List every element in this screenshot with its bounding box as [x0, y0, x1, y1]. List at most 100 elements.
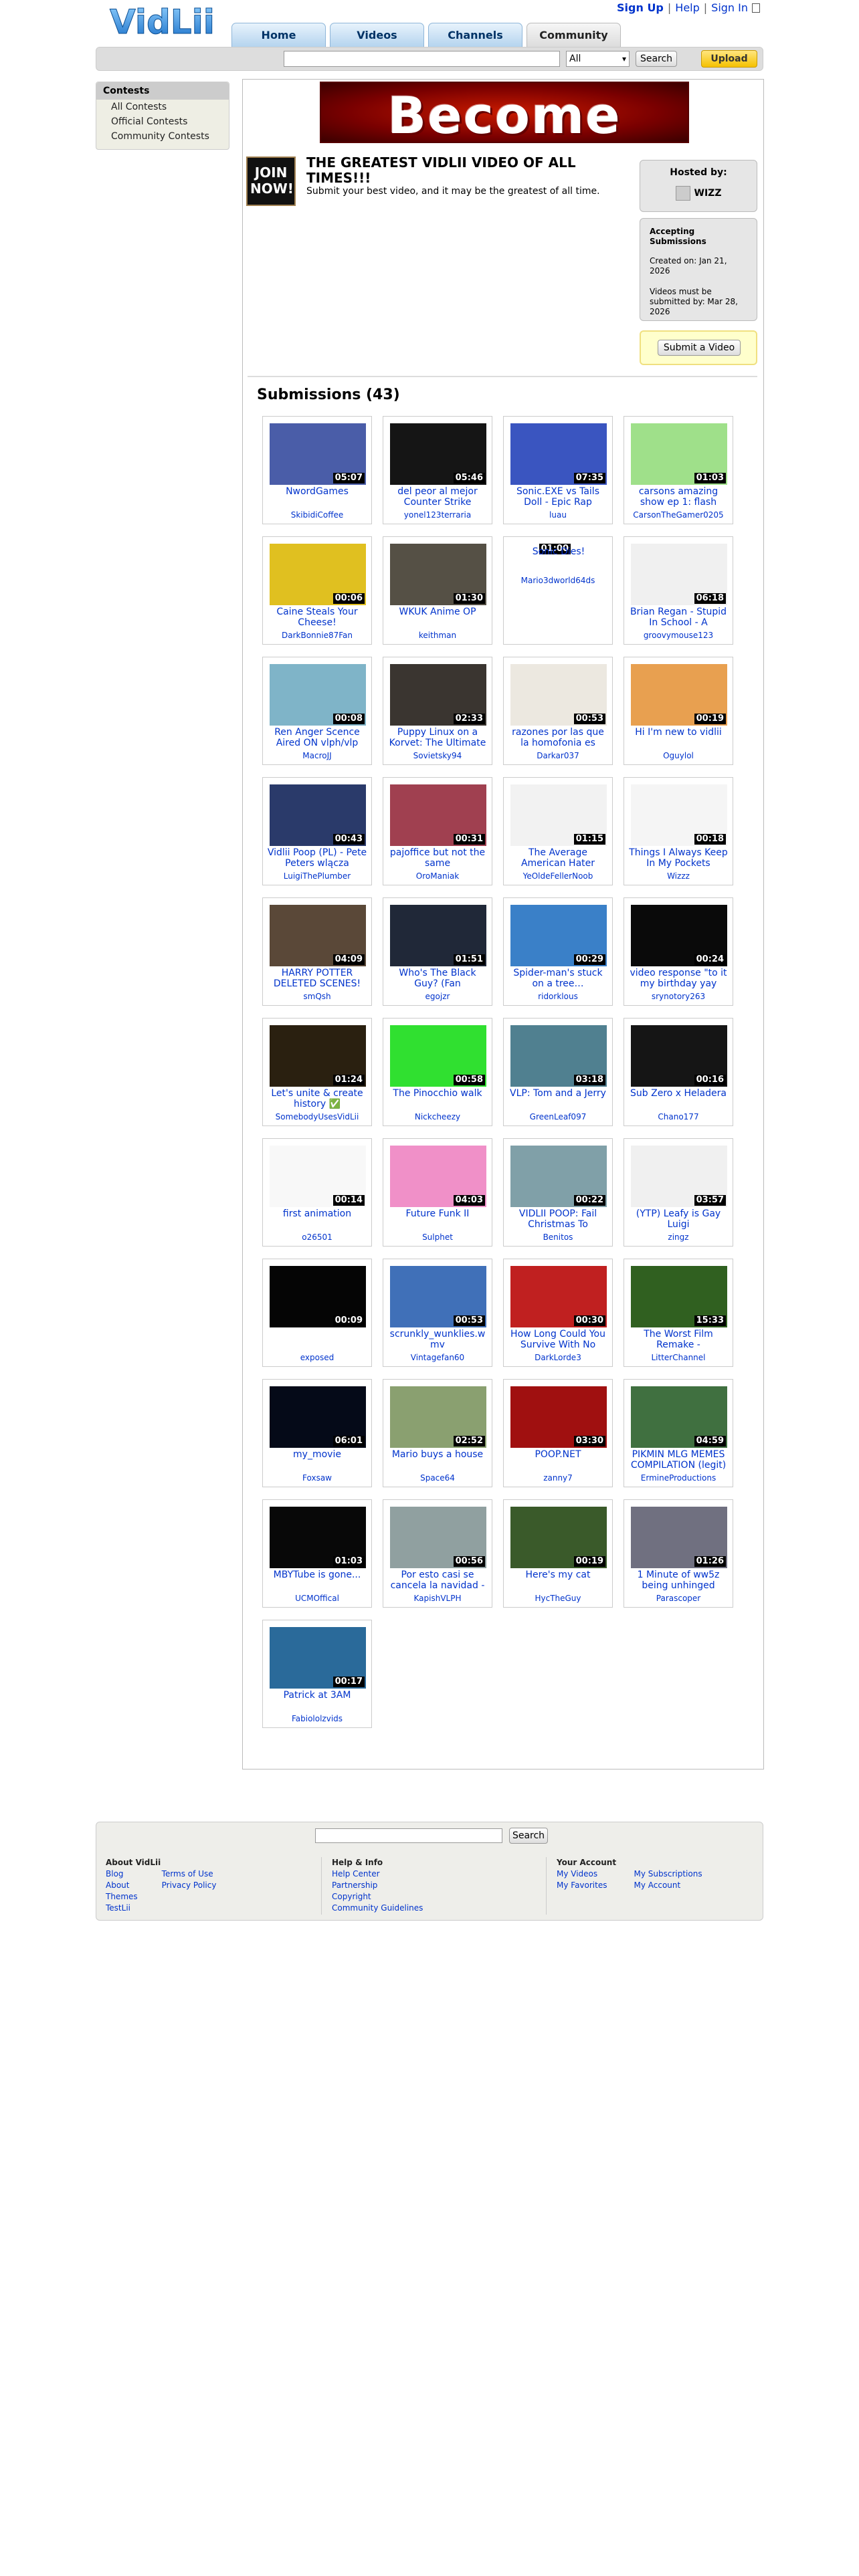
video-thumbnail[interactable]: 00:29 — [510, 905, 607, 966]
video-card[interactable]: 04:09 HARRY POTTER DELETED SCENES! smQsh — [262, 897, 372, 1006]
footer-link-blog[interactable]: Blog — [106, 1868, 138, 1880]
video-title[interactable]: video response "to it my birthday yay — [627, 968, 730, 989]
video-author[interactable]: yonel123terraria — [386, 510, 489, 520]
video-author[interactable]: Benitos — [506, 1232, 609, 1242]
video-title[interactable]: The Worst Film Remake - — [627, 1329, 730, 1350]
video-thumbnail[interactable]: 00:09 — [270, 1266, 366, 1327]
footer-link-partnership[interactable]: Partnership — [332, 1880, 423, 1891]
video-title[interactable]: HARRY POTTER DELETED SCENES! — [266, 968, 369, 989]
video-author[interactable]: Space64 — [386, 1473, 489, 1483]
footer-link-themes[interactable]: Themes — [106, 1891, 138, 1903]
video-title[interactable]: VLP: Tom and a Jerry — [506, 1088, 609, 1099]
vidlii-logo[interactable]: VidLii — [107, 0, 215, 42]
video-card[interactable]: 02:33 Puppy Linux on a Korvet: The Ultima… — [383, 657, 492, 765]
video-author[interactable]: Oguylol — [627, 751, 730, 760]
video-title[interactable]: POOP.NET — [506, 1449, 609, 1460]
video-thumbnail[interactable]: 01:24 — [270, 1025, 366, 1087]
sidebar-item-all-contests[interactable]: All Contests — [96, 100, 229, 114]
video-author[interactable]: smQsh — [266, 992, 369, 1001]
video-card[interactable]: 02:52 Mario buys a house Space64 — [383, 1379, 492, 1487]
footer-link-guidelines[interactable]: Community Guidelines — [332, 1903, 423, 1914]
video-title[interactable]: 1 Minute of ww5z being unhinged — [627, 1570, 730, 1591]
video-author[interactable]: exposed — [266, 1353, 369, 1362]
footer-link-my-favorites[interactable]: My Favorites — [557, 1880, 607, 1891]
video-thumbnail[interactable]: 04:03 — [390, 1146, 486, 1207]
video-author[interactable]: UCMOffical — [266, 1594, 369, 1603]
video-title[interactable]: razones por las que la homofonia es — [506, 727, 609, 748]
video-title[interactable]: The Average American Hater — [506, 847, 609, 869]
footer-link-copyright[interactable]: Copyright — [332, 1891, 423, 1903]
video-author[interactable]: DarkLorde3 — [506, 1353, 609, 1362]
video-thumbnail[interactable]: 01:26 — [631, 1507, 727, 1568]
video-author[interactable]: SomebodyUsesVidLii — [266, 1112, 369, 1121]
video-title[interactable]: Puppy Linux on a Korvet: The Ultimate — [386, 727, 489, 748]
video-card[interactable]: 01:15 The Average American Hater YeOldeFel… — [503, 777, 613, 885]
video-thumbnail[interactable]: 01:00 Sonic Dies! — [510, 544, 607, 605]
language-icon[interactable] — [752, 3, 760, 13]
video-author[interactable]: Parascoper — [627, 1594, 730, 1603]
video-card[interactable]: 00:08 Ren Anger Scence Aired ON vlph/vlp M… — [262, 657, 372, 765]
video-title[interactable]: MBYTube is gone... — [266, 1570, 369, 1580]
video-title[interactable]: Vidlii Poop (PL) - Pete Peters wlącza — [266, 847, 369, 869]
search-input[interactable] — [284, 51, 560, 67]
video-author[interactable]: Darkar037 — [506, 751, 609, 760]
video-card[interactable]: 00:19 Hi I'm new to vidlii Oguylol — [624, 657, 733, 765]
video-thumbnail[interactable]: 01:03 — [270, 1507, 366, 1568]
video-thumbnail[interactable]: 00:24 — [631, 905, 727, 966]
video-thumbnail[interactable]: 00:17 — [270, 1627, 366, 1689]
video-thumbnail[interactable]: 00:08 — [270, 664, 366, 726]
video-thumbnail[interactable]: 00:30 — [510, 1266, 607, 1327]
video-card[interactable]: 03:30 POOP.NET zanny7 — [503, 1379, 613, 1487]
video-thumbnail[interactable]: 02:33 — [390, 664, 486, 726]
video-thumbnail[interactable]: 05:07 — [270, 423, 366, 485]
video-thumbnail[interactable]: 03:18 — [510, 1025, 607, 1087]
video-title[interactable]: Sonic.EXE vs Tails Doll - Epic Rap — [506, 486, 609, 508]
video-title[interactable]: Here's my cat — [506, 1570, 609, 1580]
video-title[interactable]: Brian Regan - Stupid In School - A — [627, 607, 730, 628]
video-author[interactable]: Fabiololzvids — [266, 1714, 369, 1723]
video-card[interactable]: 01:30 WKUK Anime OP keithman — [383, 536, 492, 645]
video-card[interactable]: 01:00Sonic Dies!Sonic Dies! Mario3dworld6… — [503, 536, 613, 645]
video-title[interactable]: scrunkly_wunklies.w mv — [386, 1329, 489, 1350]
video-card[interactable]: 00:22 VIDLII POOP: Fail Christmas To Benit… — [503, 1138, 613, 1247]
video-card[interactable]: 01:03 carsons amazing show ep 1: flash Car… — [624, 416, 733, 524]
help-link[interactable]: Help — [675, 1, 699, 14]
video-card[interactable]: 06:01 my_movie Foxsaw — [262, 1379, 372, 1487]
video-card[interactable]: 04:03 Future Funk II Sulphet — [383, 1138, 492, 1247]
video-title[interactable]: Patrick at 3AM — [266, 1690, 369, 1701]
video-author[interactable]: Vintagefan60 — [386, 1353, 489, 1362]
video-card[interactable]: 05:07 NwordGames SkibidiCoffee — [262, 416, 372, 524]
video-card[interactable]: 00:19 Here's my cat HycTheGuy — [503, 1499, 613, 1608]
video-author[interactable]: groovymouse123 — [627, 631, 730, 640]
video-card[interactable]: 00:43 Vidlii Poop (PL) - Pete Peters wląc… — [262, 777, 372, 885]
video-card[interactable]: 05:46 del peor al mejor Counter Strike yon… — [383, 416, 492, 524]
footer-search-input[interactable] — [315, 1828, 502, 1843]
video-thumbnail[interactable]: 00:16 — [631, 1025, 727, 1087]
video-thumbnail[interactable]: 03:30 — [510, 1386, 607, 1448]
video-card[interactable]: 06:18 Brian Regan - Stupid In School - A g… — [624, 536, 733, 645]
video-thumbnail[interactable]: 06:01 — [270, 1386, 366, 1448]
tab-channels[interactable]: Channels — [428, 23, 522, 47]
video-title[interactable]: first animation — [266, 1208, 369, 1219]
video-thumbnail[interactable]: 04:09 — [270, 905, 366, 966]
video-thumbnail[interactable]: 00:22 — [510, 1146, 607, 1207]
video-card[interactable]: 00:24 video response "to it my birthday y… — [624, 897, 733, 1006]
video-author[interactable]: ridorklous — [506, 992, 609, 1001]
video-thumbnail[interactable]: 15:33 — [631, 1266, 727, 1327]
footer-link-about[interactable]: About — [106, 1880, 138, 1891]
upload-button[interactable]: Upload — [701, 50, 757, 68]
video-thumbnail[interactable]: 00:19 — [510, 1507, 607, 1568]
video-card[interactable]: 15:33 The Worst Film Remake - LitterChanne… — [624, 1259, 733, 1367]
sidebar-item-official-contests[interactable]: Official Contests — [96, 114, 229, 129]
video-author[interactable]: CarsonTheGamer0205 — [627, 510, 730, 520]
video-card[interactable]: 00:29 Spider-man's stuck on a tree… ridork… — [503, 897, 613, 1006]
host-user[interactable]: WIZZ — [640, 186, 757, 201]
video-title[interactable]: Ren Anger Scence Aired ON vlph/vlp — [266, 727, 369, 748]
video-card[interactable]: 01:24 Let's unite & create history ✅ Someb… — [262, 1018, 372, 1126]
video-title[interactable]: The Pinocchio walk — [386, 1088, 489, 1099]
search-category-select[interactable]: All — [566, 51, 630, 67]
video-title[interactable]: Caine Steals Your Cheese! — [266, 607, 369, 628]
video-thumbnail[interactable]: 00:06 — [270, 544, 366, 605]
footer-link-terms[interactable]: Terms of Use — [162, 1868, 217, 1880]
video-card[interactable]: 03:18 VLP: Tom and a Jerry GreenLeaf097 — [503, 1018, 613, 1126]
